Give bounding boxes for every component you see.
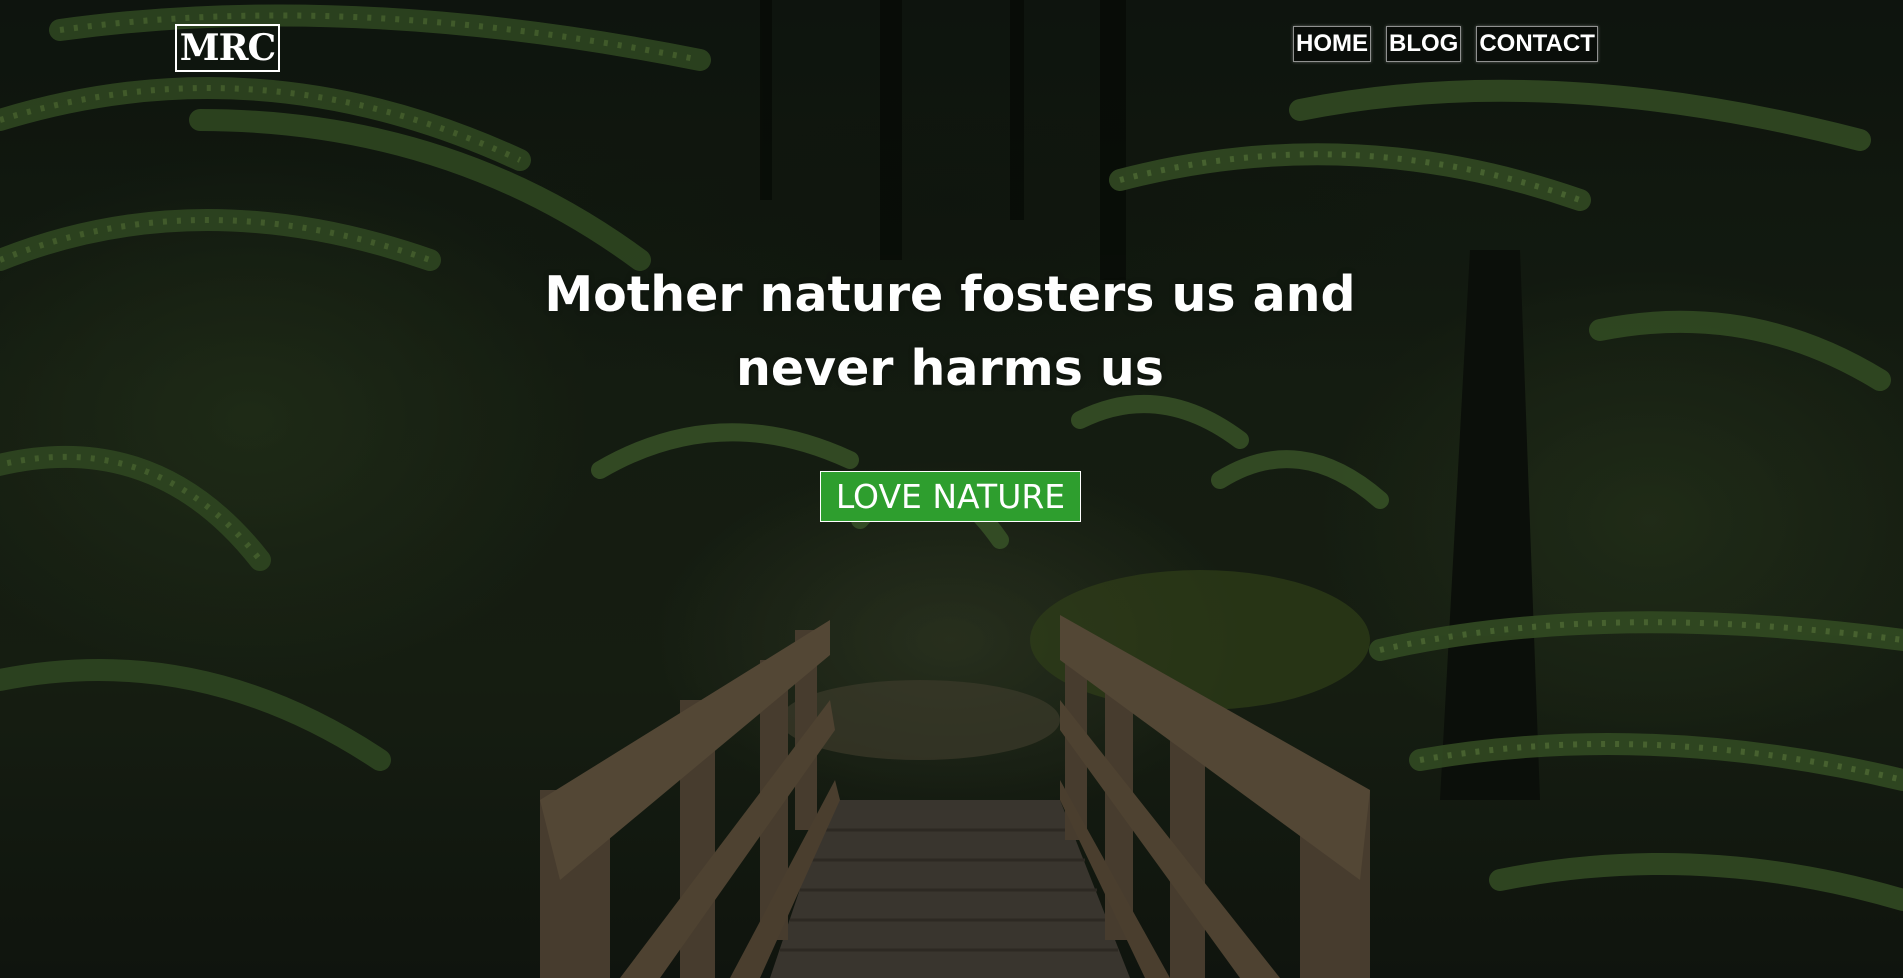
main-nav: HOME BLOG CONTACT [1293,26,1598,62]
nav-home-link[interactable]: HOME [1293,26,1371,62]
site-logo[interactable]: MRC [175,24,280,72]
hero-headline: Mother nature fosters us and never harms… [475,258,1425,406]
hero-headline-line-1: Mother nature fosters us and [544,266,1356,323]
love-nature-button[interactable]: LOVE NATURE [820,471,1081,522]
nav-blog-link[interactable]: BLOG [1386,26,1462,62]
hero-section: MRC HOME BLOG CONTACT Mother nature fost… [0,0,1903,978]
hero-headline-line-2: never harms us [736,340,1164,397]
nav-contact-link[interactable]: CONTACT [1476,26,1598,62]
